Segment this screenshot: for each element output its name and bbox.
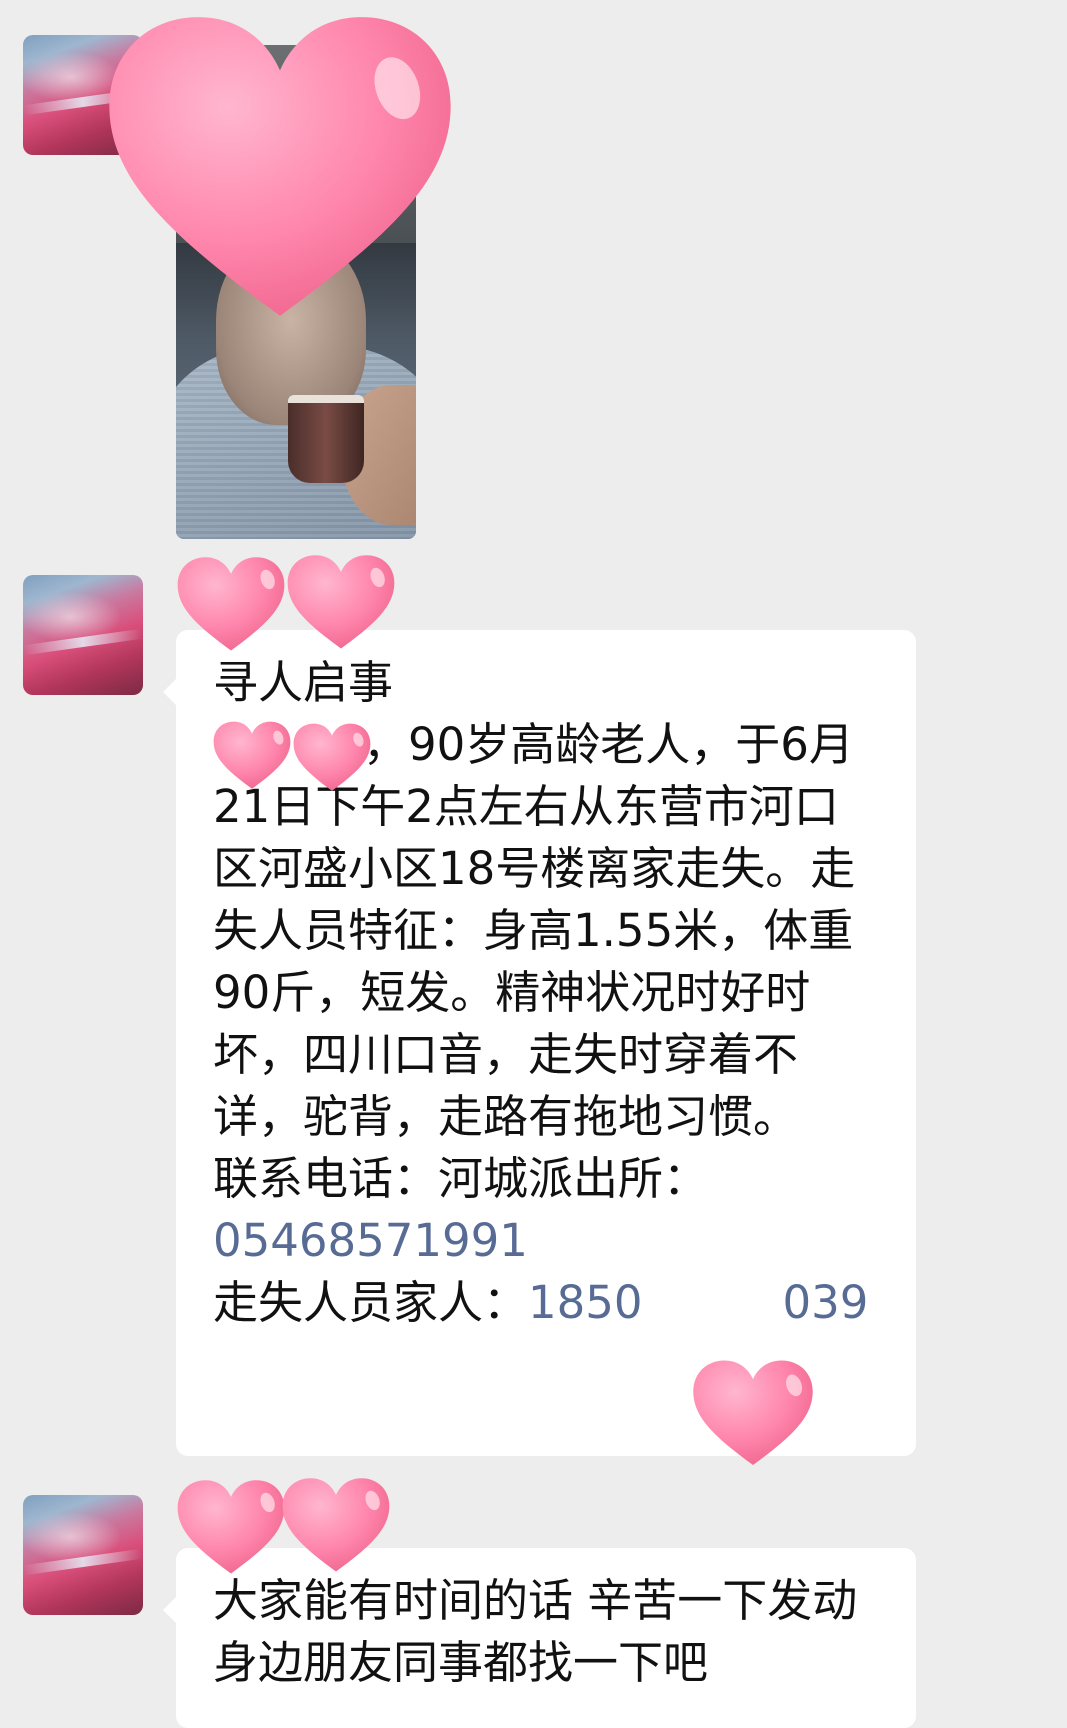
message-photo[interactable] <box>176 45 416 539</box>
contact-line: 联系电话：河城派出所： <box>213 1152 709 1205</box>
family-phone-link[interactable]: 1850 039 <box>528 1276 868 1329</box>
message-bubble-notice[interactable]: 寻人启事 ，90岁高龄老人，于6月21日下午2点左右从东营市河口区河盛小区18号… <box>163 630 916 1456</box>
sender-avatar[interactable] <box>23 1495 143 1615</box>
photo-cup <box>288 395 364 483</box>
police-phone-link[interactable]: 05468571991 <box>213 1214 528 1267</box>
sender-avatar[interactable] <box>23 35 143 155</box>
notice-title: 寻人启事 <box>213 656 394 709</box>
request-text: 大家能有时间的话 辛苦一下发动身边朋友同事都找一下吧 <box>213 1574 858 1689</box>
sender-avatar[interactable] <box>23 575 143 695</box>
family-line: 走失人员家人：1850 039 <box>213 1276 869 1329</box>
notice-body: ，90岁高龄老人，于6月21日下午2点左右从东营市河口区河盛小区18号楼离家走失… <box>213 718 856 1143</box>
photo-background <box>176 45 416 243</box>
message-bubble-request[interactable]: 大家能有时间的话 辛苦一下发动身边朋友同事都找一下吧 <box>163 1548 916 1728</box>
